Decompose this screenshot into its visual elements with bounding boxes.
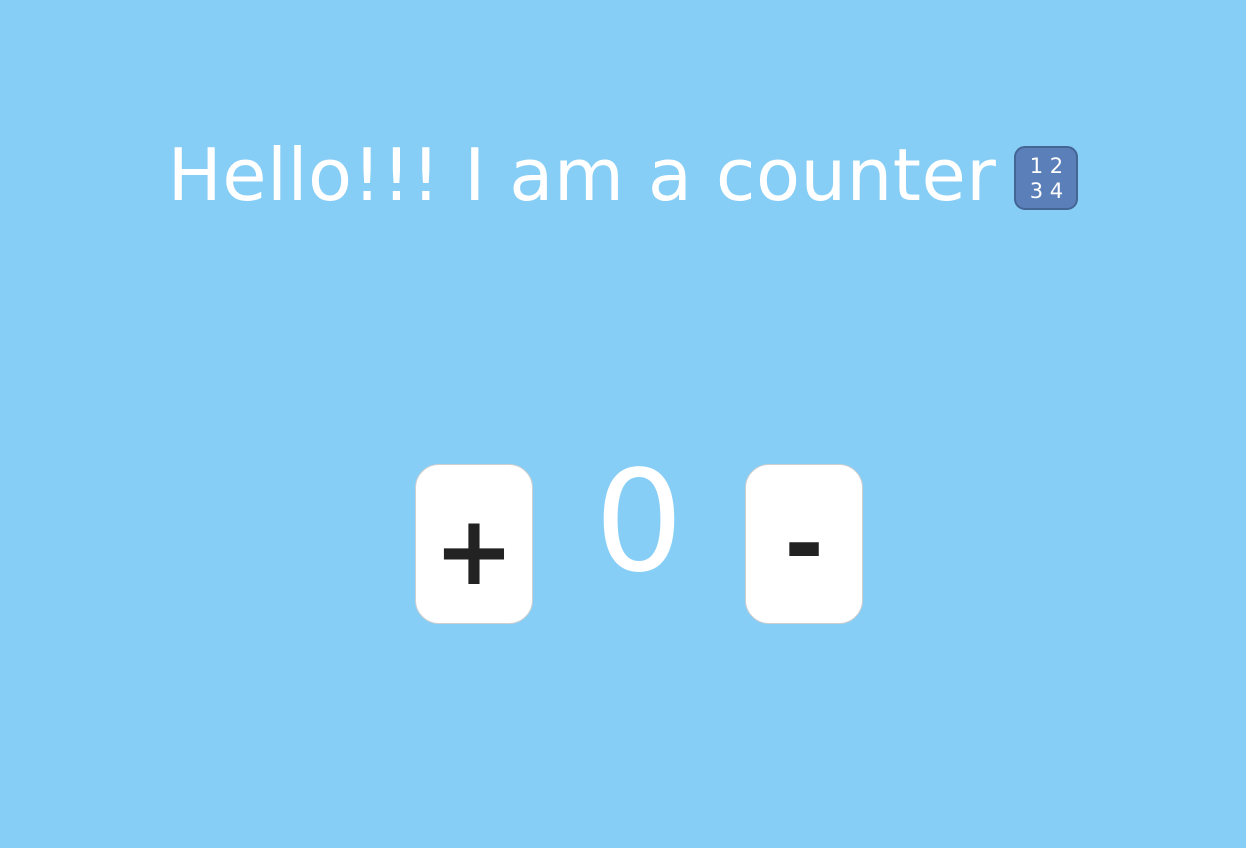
counter-controls: + 0 - bbox=[415, 448, 863, 626]
counter-value: 0 bbox=[594, 441, 684, 604]
decrement-button[interactable]: - bbox=[745, 464, 863, 624]
icon-digit: 1 bbox=[1029, 154, 1044, 178]
icon-digit: 3 bbox=[1029, 179, 1044, 203]
counter-app: Hello!!! I am a counter 1 2 3 4 + 0 - bbox=[0, 0, 1246, 848]
increment-button[interactable]: + bbox=[415, 464, 533, 624]
icon-digit: 2 bbox=[1049, 154, 1064, 178]
input-numbers-icon: 1 2 3 4 bbox=[1014, 146, 1079, 210]
icon-digit: 4 bbox=[1049, 179, 1064, 203]
page-title: Hello!!! I am a counter bbox=[167, 133, 997, 217]
decrement-label: - bbox=[784, 488, 824, 600]
increment-label: + bbox=[433, 495, 515, 607]
header: Hello!!! I am a counter 1 2 3 4 bbox=[0, 130, 1246, 220]
